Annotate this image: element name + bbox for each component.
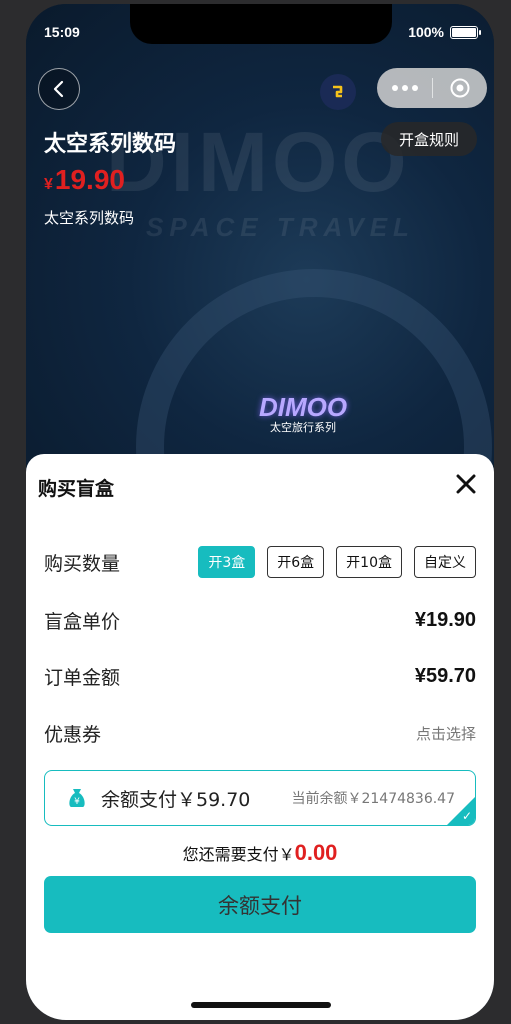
quantity-option-10[interactable]: 开10盒 xyxy=(336,546,402,578)
chevron-left-icon xyxy=(53,80,64,98)
miniapp-capsule xyxy=(377,68,487,108)
balance-payment-option[interactable]: ¥ 余额支付￥59.70 当前余额￥21474836.47 ✓ xyxy=(44,770,476,826)
coupon-label: 优惠券 xyxy=(44,723,102,746)
unit-price-value: ¥19.90 xyxy=(414,608,476,631)
amount-due-value: 0.00 xyxy=(294,840,338,865)
logo-subtitle: 太空旅行系列 xyxy=(270,421,336,434)
sheet-title: 购买盲盒 xyxy=(38,478,115,500)
current-balance: 当前余额￥21474836.47 xyxy=(291,791,455,807)
coupon-select-hint[interactable]: 点击选择 xyxy=(416,723,476,744)
balance-pay-label: 余额支付￥59.70 xyxy=(101,788,251,811)
check-icon: ✓ xyxy=(461,809,472,823)
box-rules-button[interactable]: 开盒规则 xyxy=(381,122,477,156)
close-miniapp-button[interactable] xyxy=(433,77,487,99)
brand-logo: DIMOO 太空旅行系列 xyxy=(238,392,368,435)
watermark-sub: SPACE TRAVEL xyxy=(146,212,415,242)
amount-due-label: 您还需要支付￥ xyxy=(182,845,295,864)
product-subtitle: 太空系列数码 xyxy=(44,209,135,227)
order-total-label: 订单金额 xyxy=(44,666,121,689)
more-dot-icon xyxy=(401,85,408,91)
battery-icon xyxy=(450,25,481,39)
quantity-row: 购买数量 开3盒 开6盒 开10盒 自定义 xyxy=(44,546,476,578)
price-value: 19.90 xyxy=(54,164,125,195)
status-time: 15:09 xyxy=(44,24,80,40)
product-title: 太空系列数码 xyxy=(44,132,177,157)
price-currency: ¥ xyxy=(44,176,53,193)
unit-price-row: 盲盒单价 ¥19.90 xyxy=(44,605,476,635)
coupon-row[interactable]: 优惠券 点击选择 xyxy=(44,718,476,748)
more-menu-button[interactable] xyxy=(377,85,432,91)
unit-price-label: 盲盒单价 xyxy=(44,610,121,633)
more-dot-icon xyxy=(411,85,418,91)
product-price: ¥19.90 xyxy=(44,164,125,196)
svg-text:¥: ¥ xyxy=(74,797,80,807)
close-sheet-button[interactable] xyxy=(452,470,480,498)
quantity-option-custom[interactable]: 自定义 xyxy=(414,546,476,578)
order-total-value: ¥59.70 xyxy=(414,664,476,687)
quantity-option-6[interactable]: 开6盒 xyxy=(267,546,325,578)
money-bag-icon: ¥ xyxy=(69,789,85,807)
quantity-option-3[interactable]: 开3盒 xyxy=(198,546,256,578)
app-logo-icon xyxy=(333,85,343,98)
more-dot-icon xyxy=(391,85,398,91)
status-bar: 15:09 100% xyxy=(26,24,494,48)
battery-percent: 100% xyxy=(408,24,444,40)
target-icon xyxy=(450,78,470,98)
quantity-label: 购买数量 xyxy=(44,552,121,575)
order-total-row: 订单金额 ¥59.70 xyxy=(44,661,476,691)
battery-indicator: 100% xyxy=(408,24,481,40)
home-indicator xyxy=(191,1002,331,1008)
close-icon xyxy=(456,474,476,494)
purchase-sheet: 购买盲盒 购买数量 开3盒 开6盒 开10盒 自定义 盲盒单价 ¥19.90 订… xyxy=(26,454,494,1020)
app-icon[interactable] xyxy=(320,74,356,110)
amount-due: 您还需要支付￥0.00 xyxy=(26,840,494,866)
quantity-options: 开3盒 开6盒 开10盒 自定义 xyxy=(198,546,476,578)
pay-button[interactable]: 余额支付 xyxy=(44,876,476,933)
back-button[interactable] xyxy=(38,68,80,110)
phone-screen: DIMOO SPACE TRAVEL DIMOO 太空旅行系列 15:09 10… xyxy=(26,4,494,1020)
